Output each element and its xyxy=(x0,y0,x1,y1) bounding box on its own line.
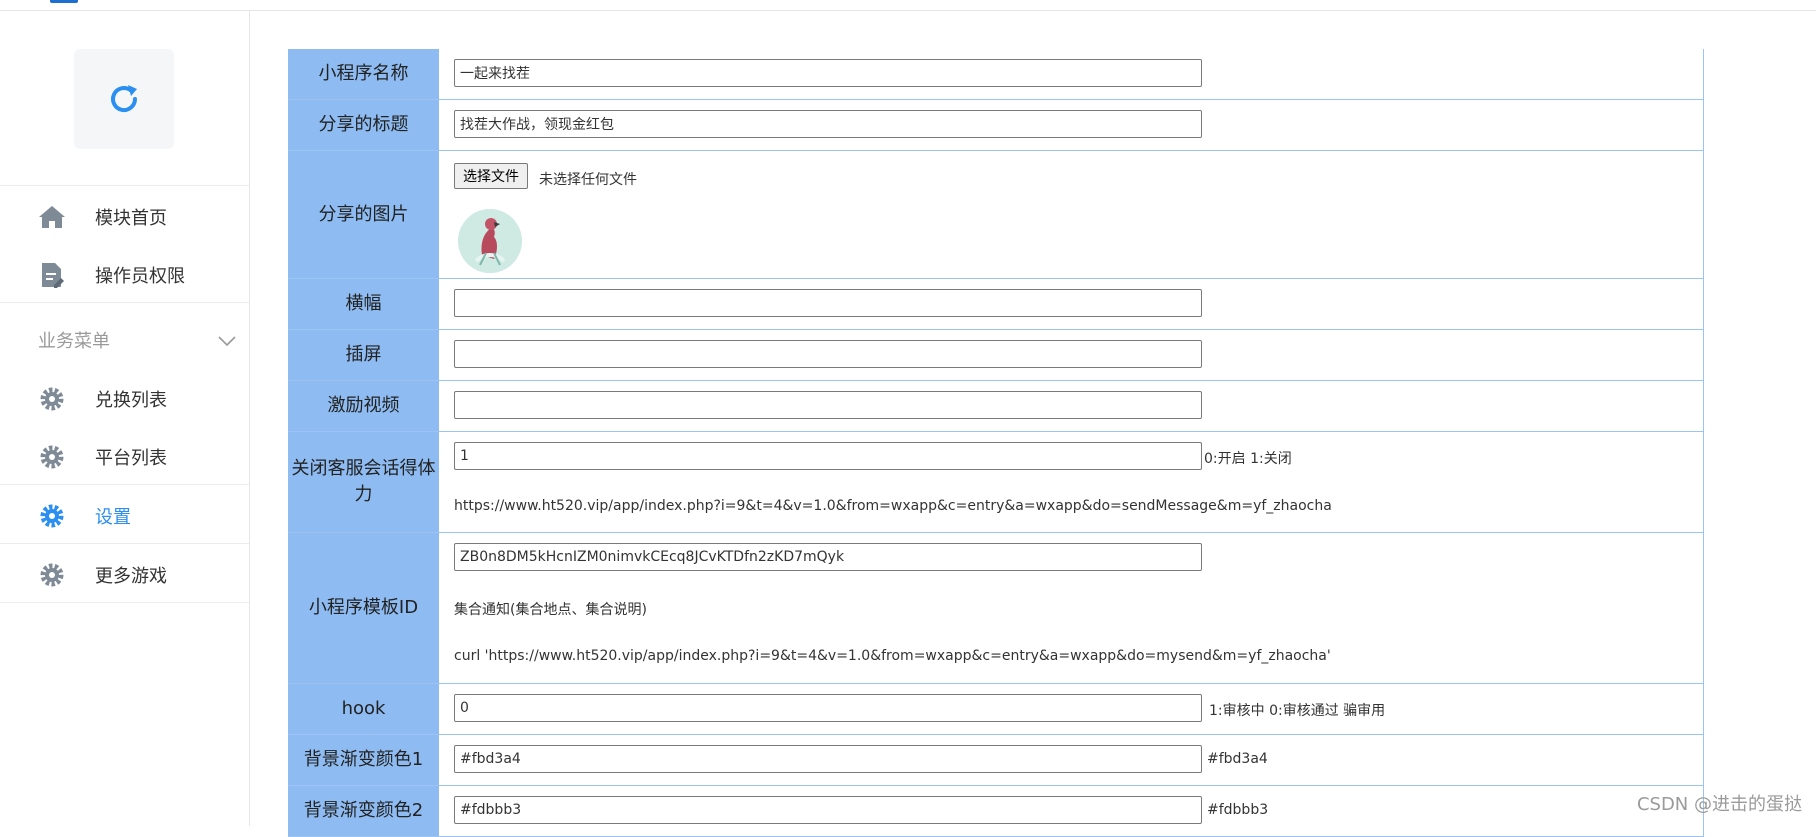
close-service-input[interactable] xyxy=(454,442,1202,470)
template-id-input[interactable] xyxy=(454,543,1202,571)
sidebar-item-home[interactable]: 模块首页 xyxy=(0,186,249,244)
form-row-close-service: 关闭客服会话得体力 0:开启 1:关闭 https://www.ht520.vi… xyxy=(288,432,1704,533)
sidebar-item-label: 更多游戏 xyxy=(95,566,167,587)
hook-hint: 1:审核中 0:审核通过 骗审用 xyxy=(1209,703,1386,719)
form-row-hook: hook 1:审核中 0:审核通过 骗审用 xyxy=(288,684,1704,735)
form-field-cell: 集合通知(集合地点、集合说明) curl 'https://www.ht520.… xyxy=(439,533,1704,683)
gear-icon xyxy=(38,502,66,530)
form-row-template-id: 小程序模板ID 集合通知(集合地点、集合说明) curl 'https://ww… xyxy=(288,533,1704,684)
close-service-url: https://www.ht520.vip/app/index.php?i=9&… xyxy=(454,498,1332,514)
sidebar-item-platform-list[interactable]: 平台列表 xyxy=(0,426,249,484)
sidebar-item-label: 兑换列表 xyxy=(95,390,167,411)
form-field-cell xyxy=(439,381,1704,431)
form-field-cell xyxy=(439,330,1704,380)
template-note: 集合通知(集合地点、集合说明) xyxy=(454,602,647,618)
module-logo[interactable] xyxy=(74,49,174,149)
chevron-down-icon xyxy=(218,332,236,351)
sidebar-item-operator-permissions[interactable]: 操作员权限 xyxy=(0,244,249,302)
hook-input[interactable] xyxy=(454,694,1202,722)
sidebar-item-label: 模块首页 xyxy=(95,208,167,229)
form-field-cell: 0:开启 1:关闭 https://www.ht520.vip/app/inde… xyxy=(439,432,1704,532)
reward-video-input[interactable] xyxy=(454,391,1202,419)
sidebar-item-settings[interactable]: 设置 xyxy=(0,484,249,544)
form-field-cell: #fbd3a4 xyxy=(439,735,1704,785)
form-row-app-name: 小程序名称 xyxy=(288,49,1704,100)
form-row-reward-video: 激励视频 xyxy=(288,381,1704,432)
gear-icon xyxy=(38,561,66,589)
form-field-cell: 选择文件 未选择任何文件 xyxy=(439,151,1704,278)
gear-icon xyxy=(38,443,66,471)
sidebar-section-title: 业务菜单 xyxy=(38,331,110,352)
sidebar: 模块首页 操作员权限 业务菜单 兑换列表 平台列表 设置 更多游戏 xyxy=(0,11,250,826)
form-label: 横幅 xyxy=(288,279,439,329)
settings-form: 小程序名称 分享的标题 分享的图片 选择文件 未选择任何文件 xyxy=(288,49,1704,837)
sidebar-top-group: 模块首页 操作员权限 xyxy=(0,185,249,303)
sidebar-item-label: 平台列表 xyxy=(95,448,167,469)
form-label: 分享的标题 xyxy=(288,100,439,150)
parrot-image xyxy=(458,209,522,273)
top-bar-accent xyxy=(50,0,78,3)
form-label: 背景渐变颜色1 xyxy=(288,735,439,785)
app-name-input[interactable] xyxy=(454,59,1202,87)
share-title-input[interactable] xyxy=(454,110,1202,138)
document-edit-icon xyxy=(38,261,66,289)
sidebar-business-group: 兑换列表 平台列表 设置 更多游戏 xyxy=(0,368,249,603)
bg-color2-hint: #fdbbb3 xyxy=(1207,802,1269,818)
form-row-bg-color2: 背景渐变颜色2 #fdbbb3 xyxy=(288,786,1704,837)
share-image-thumbnail xyxy=(458,209,522,273)
top-bar xyxy=(0,0,1816,11)
form-label: 小程序模板ID xyxy=(288,533,439,683)
template-curl: curl 'https://www.ht520.vip/app/index.ph… xyxy=(454,648,1331,664)
banner-input[interactable] xyxy=(454,289,1202,317)
form-row-share-title: 分享的标题 xyxy=(288,100,1704,151)
form-label: 激励视频 xyxy=(288,381,439,431)
form-field-cell xyxy=(439,100,1704,150)
bg-color1-input[interactable] xyxy=(454,745,1202,773)
form-row-bg-color1: 背景渐变颜色1 #fbd3a4 xyxy=(288,735,1704,786)
choose-file-button[interactable]: 选择文件 xyxy=(454,163,528,189)
sidebar-item-exchange-list[interactable]: 兑换列表 xyxy=(0,368,249,426)
form-field-cell: #fdbbb3 xyxy=(439,786,1704,836)
refresh-icon xyxy=(111,85,138,112)
form-label: 背景渐变颜色2 xyxy=(288,786,439,836)
bg-color1-hint: #fbd3a4 xyxy=(1207,751,1268,767)
sidebar-item-more-games[interactable]: 更多游戏 xyxy=(0,544,249,602)
form-row-share-image: 分享的图片 选择文件 未选择任何文件 xyxy=(288,151,1704,279)
watermark: CSDN @进击的蛋挞 xyxy=(1636,794,1802,815)
form-field-cell xyxy=(439,49,1704,99)
form-field-cell xyxy=(439,279,1704,329)
form-row-banner: 横幅 xyxy=(288,279,1704,330)
sidebar-section-header[interactable]: 业务菜单 xyxy=(0,308,249,368)
sidebar-item-label: 设置 xyxy=(95,507,131,528)
sidebar-item-label: 操作员权限 xyxy=(95,266,185,287)
bg-color2-input[interactable] xyxy=(454,796,1202,824)
form-label: 分享的图片 xyxy=(288,151,439,278)
form-row-interstitial: 插屏 xyxy=(288,330,1704,381)
form-label: hook xyxy=(288,684,439,734)
form-label: 小程序名称 xyxy=(288,49,439,99)
interstitial-input[interactable] xyxy=(454,340,1202,368)
form-label: 插屏 xyxy=(288,330,439,380)
home-icon xyxy=(38,203,66,231)
gear-icon xyxy=(38,385,66,413)
file-status-text: 未选择任何文件 xyxy=(539,172,637,188)
close-service-hint: 0:开启 1:关闭 xyxy=(1204,451,1292,467)
form-label: 关闭客服会话得体力 xyxy=(288,432,439,532)
form-field-cell: 1:审核中 0:审核通过 骗审用 xyxy=(439,684,1704,734)
